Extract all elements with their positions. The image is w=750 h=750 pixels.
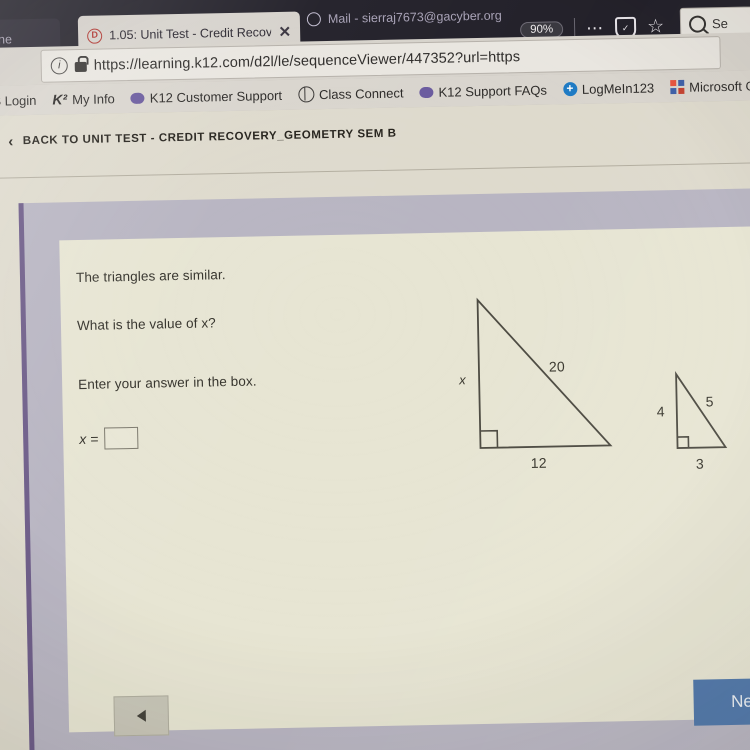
brightspace-favicon-icon: D (87, 28, 103, 44)
answer-row: x = (79, 426, 139, 450)
plus-circle-icon: + (562, 81, 578, 97)
next-button[interactable]: Next (693, 677, 750, 726)
answer-input[interactable] (104, 426, 139, 450)
purple-blob-icon (419, 86, 434, 98)
question-card: The triangles are similar. What is the v… (59, 225, 750, 737)
bookmark-label: My Info (72, 90, 115, 107)
bookmark-k12-customer-support[interactable]: K12 Customer Support (130, 87, 283, 106)
small-triangle-leg-label: 4 (656, 403, 665, 420)
bookmark-class-connect[interactable]: Class Connect (297, 84, 404, 103)
answer-label: x = (79, 430, 99, 448)
purple-blob-icon (130, 92, 145, 104)
triangle-left-icon (136, 709, 146, 722)
bookmark-logmein123[interactable]: + LogMeIn123 (562, 79, 655, 97)
lms-page: ‹ BACK TO UNIT TEST - CREDIT RECOVERY_GE… (0, 100, 750, 750)
question-statement: The triangles are similar. (75, 267, 226, 286)
bookmark-microsoft-office-365[interactable]: Microsoft Office 365 (670, 77, 750, 95)
small-triangle-hypotenuse-label: 5 (705, 393, 714, 410)
bookmark-label: K12 Support FAQs (438, 82, 548, 100)
large-triangle-figure: x 20 12 (455, 287, 629, 480)
globe-icon (297, 86, 315, 103)
question-instruction: Enter your answer in the box. (78, 373, 257, 393)
microsoft-icon (670, 79, 685, 95)
browser-tab-label: - Online (0, 32, 13, 48)
search-placeholder: Se (711, 15, 729, 31)
bookmark-label: S Login (0, 92, 37, 108)
bookmark-label: Microsoft Office 365 (689, 77, 750, 95)
k12-icon: K² (52, 91, 68, 108)
chevron-left-icon: ‹ (8, 132, 14, 150)
back-to-unit-test-link[interactable]: ‹ BACK TO UNIT TEST - CREDIT RECOVERY_GE… (8, 127, 397, 150)
bookmark-label: LogMeIn123 (581, 79, 655, 97)
address-bar-url: https://learning.k12.com/d2l/le/sequence… (93, 48, 521, 74)
overflow-menu-icon[interactable]: ⋯ (586, 18, 604, 37)
bookmark-label: Class Connect (318, 84, 404, 102)
small-triangle-figure: 4 5 3 (650, 365, 750, 479)
large-triangle-hypotenuse-label: 20 (548, 358, 566, 375)
small-triangle-base-label: 3 (695, 455, 705, 472)
outlook-favicon-icon (306, 12, 322, 27)
previous-button[interactable] (113, 695, 170, 737)
large-triangle-base-label: 12 (530, 454, 547, 471)
question-prompt: What is the value of x? (76, 315, 216, 334)
photographed-screen: - Online D 1.05: Unit Test - Credit Reco… (0, 0, 750, 750)
back-link-label: BACK TO UNIT TEST - CREDIT RECOVERY_GEOM… (22, 127, 397, 148)
close-icon[interactable]: ✕ (278, 23, 291, 41)
browser-tab-label: Mail - sierraj7673@gacyber.org (327, 8, 502, 26)
browser-tab-mail[interactable]: Mail - sierraj7673@gacyber.org (297, 0, 542, 40)
lock-icon (74, 61, 87, 73)
bookmark-s-login[interactable]: . S Login (0, 92, 37, 109)
search-icon (688, 14, 707, 33)
bookmark-k12-support-faqs[interactable]: K12 Support FAQs (419, 82, 547, 100)
bookmark-my-info[interactable]: K² My Info (52, 90, 115, 108)
browser-tab-label: 1.05: Unit Test - Credit Recovery (109, 25, 272, 43)
large-triangle-leg-label: x (458, 372, 466, 388)
browser-window: - Online D 1.05: Unit Test - Credit Reco… (0, 0, 750, 750)
info-icon[interactable]: i (50, 57, 68, 75)
bookmark-label: K12 Customer Support (149, 87, 283, 106)
